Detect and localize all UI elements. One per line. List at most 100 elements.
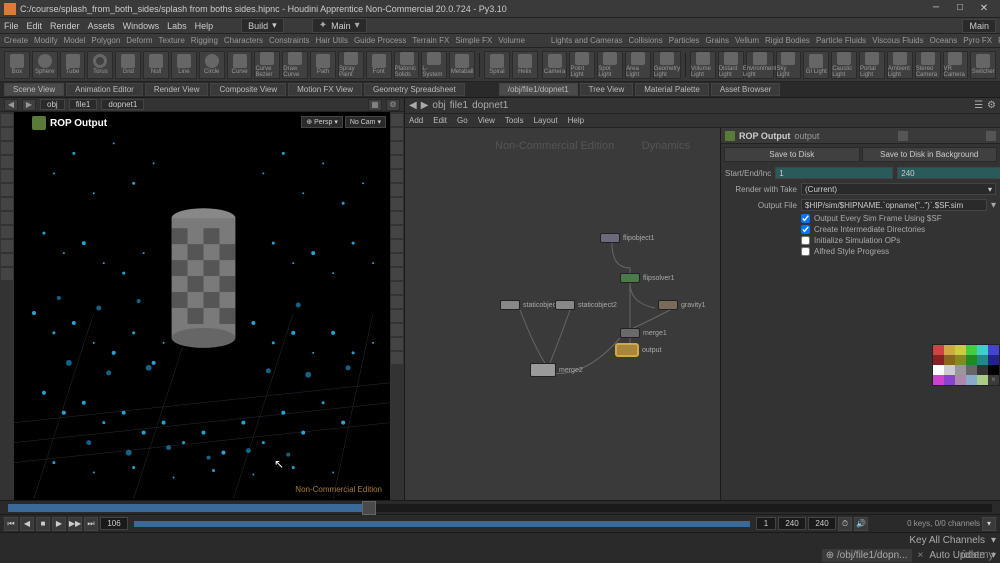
shelf-rigidbodies[interactable]: Rigid Bodies — [765, 36, 810, 45]
tool-vrcam[interactable]: VR Camera — [943, 51, 969, 79]
tool-distantlight[interactable]: Distant Light — [718, 51, 744, 79]
tab-animeditor[interactable]: Animation Editor — [66, 83, 143, 96]
tool-pointlight[interactable]: Point Light — [569, 51, 595, 79]
tool-circle[interactable]: Circle — [199, 51, 225, 79]
params-gear-icon[interactable] — [898, 131, 908, 141]
timeline-track[interactable] — [8, 504, 992, 512]
shelf-constraints[interactable]: Constraints — [269, 36, 309, 45]
swatch-ddgray[interactable] — [977, 365, 988, 375]
rvtool-12[interactable] — [391, 268, 403, 280]
shelf-particles[interactable]: Particles — [669, 36, 700, 45]
shelf-viscousfluids[interactable]: Viscous Fluids — [872, 36, 923, 45]
path-dopnet1[interactable]: dopnet1 — [101, 99, 144, 110]
range-start[interactable] — [756, 517, 776, 530]
swatch-yellow[interactable] — [955, 345, 966, 355]
rvtool-16[interactable] — [391, 324, 403, 336]
node-merge1[interactable]: merge1 — [620, 328, 667, 338]
shelf-particlefluids[interactable]: Particle Fluids — [816, 36, 866, 45]
rvtool-15[interactable] — [391, 310, 403, 322]
file-browse-button[interactable]: ▾ — [991, 200, 996, 211]
vtool-snap[interactable] — [1, 184, 13, 196]
rvtool-6[interactable] — [391, 184, 403, 196]
swatch-white[interactable] — [933, 365, 944, 375]
shelf-simplefx[interactable]: Simple FX — [455, 36, 492, 45]
net-menu-tools[interactable]: Tools — [505, 116, 524, 125]
tool-skylight[interactable]: Sky Light — [776, 51, 802, 79]
menu-edit[interactable]: Edit — [27, 21, 43, 31]
swatch-lgreen[interactable] — [977, 375, 988, 385]
swatch-dyellow[interactable] — [955, 355, 966, 365]
vp-opt2[interactable]: ⚙ — [386, 99, 400, 111]
node-flipobject1[interactable]: flipobject1 — [600, 233, 655, 243]
rvtool-14[interactable] — [391, 296, 403, 308]
swatch-gray[interactable] — [955, 365, 966, 375]
tab-matpalette[interactable]: Material Palette — [635, 83, 709, 96]
shelf-model[interactable]: Model — [64, 36, 86, 45]
start-frame-input[interactable] — [775, 167, 893, 179]
shelf-rigging[interactable]: Rigging — [191, 36, 218, 45]
net-nav-back[interactable]: ◀ — [409, 100, 417, 111]
swatch-dorange[interactable] — [944, 355, 955, 365]
menu-render[interactable]: Render — [50, 21, 80, 31]
node-staticobject1[interactable]: staticobject1 — [500, 300, 562, 310]
tool-vollight[interactable]: Volume Light — [690, 51, 716, 79]
play-prev[interactable]: ◀ — [20, 517, 34, 531]
tool-curvebezier[interactable]: Curve Bezier — [254, 51, 280, 79]
menu-file[interactable]: File — [4, 21, 19, 31]
tool-geolight[interactable]: Geometry Light — [653, 51, 681, 79]
path-obj[interactable]: obj — [40, 99, 65, 110]
swatch-dblue[interactable] — [988, 355, 999, 365]
tool-stereocam[interactable]: Stereo Camera — [915, 51, 941, 79]
params-help-icon[interactable] — [986, 131, 996, 141]
rvtool-9[interactable] — [391, 226, 403, 238]
net-path-dopnet1[interactable]: dopnet1 — [472, 100, 508, 111]
radial-dropdown[interactable]: ✦ Main ▾ — [312, 18, 367, 33]
play-stop[interactable]: ■ — [36, 517, 50, 531]
check-alfred-progress[interactable] — [801, 247, 810, 256]
current-frame-input[interactable] — [100, 517, 128, 530]
save-to-disk-bg-button[interactable]: Save to Disk in Background — [862, 147, 998, 162]
output-file-input[interactable] — [801, 199, 987, 211]
net-menu-view[interactable]: View — [478, 116, 495, 125]
menu-assets[interactable]: Assets — [88, 21, 115, 31]
shelf-deform[interactable]: Deform — [126, 36, 152, 45]
node-flipsolver1[interactable]: flipsolver1 — [620, 273, 675, 283]
rvtool-7[interactable] — [391, 198, 403, 210]
swatch-lgray[interactable] — [944, 365, 955, 375]
vtool-move[interactable] — [1, 128, 13, 140]
net-path-obj[interactable]: obj — [432, 100, 445, 111]
camera-dropdown[interactable]: No Cam ▾ — [345, 116, 386, 128]
tool-portallight[interactable]: Portal Light — [859, 51, 885, 79]
tool-font[interactable]: Font — [366, 51, 392, 79]
shelf-modify[interactable]: Modify — [34, 36, 58, 45]
swatch-purple[interactable] — [944, 375, 955, 385]
tool-camera[interactable]: Camera — [542, 51, 568, 79]
swatch-magenta[interactable] — [933, 375, 944, 385]
play-next[interactable]: ▶▶ — [68, 517, 82, 531]
check-init-sim-ops[interactable] — [801, 236, 810, 245]
shelf-oceans[interactable]: Oceans — [930, 36, 958, 45]
realtime-toggle[interactable]: ⏱ — [838, 517, 852, 531]
shelf-collisions[interactable]: Collisions — [629, 36, 663, 45]
shelf-texture[interactable]: Texture — [159, 36, 185, 45]
params-name[interactable]: output — [794, 131, 819, 141]
shelf-lights[interactable]: Lights and Cameras — [551, 36, 623, 45]
node-merge2[interactable]: merge2 — [530, 363, 583, 377]
network-view[interactable]: Non-Commercial Edition Dynamics flipobje… — [405, 128, 720, 500]
rvtool-17[interactable] — [391, 338, 403, 350]
swatch-dcyan[interactable] — [977, 355, 988, 365]
tool-line[interactable]: Line — [171, 51, 197, 79]
nav-fwd[interactable]: ▶ — [22, 99, 36, 111]
swatch-lpurple[interactable] — [955, 375, 966, 385]
nav-back[interactable]: ◀ — [4, 99, 18, 111]
tool-torus[interactable]: Torus — [87, 51, 113, 79]
swatch-dgreen[interactable] — [966, 355, 977, 365]
rvtool-11[interactable] — [391, 254, 403, 266]
swatch-black[interactable] — [988, 365, 999, 375]
end-frame-input[interactable] — [897, 167, 1000, 179]
play-first[interactable]: ⏮ — [4, 517, 18, 531]
tab-treeview[interactable]: Tree View — [580, 83, 634, 96]
rvtool-2[interactable] — [391, 128, 403, 140]
tool-helix[interactable]: Helix — [512, 51, 538, 79]
keys-expand[interactable]: ▾ — [982, 517, 996, 531]
